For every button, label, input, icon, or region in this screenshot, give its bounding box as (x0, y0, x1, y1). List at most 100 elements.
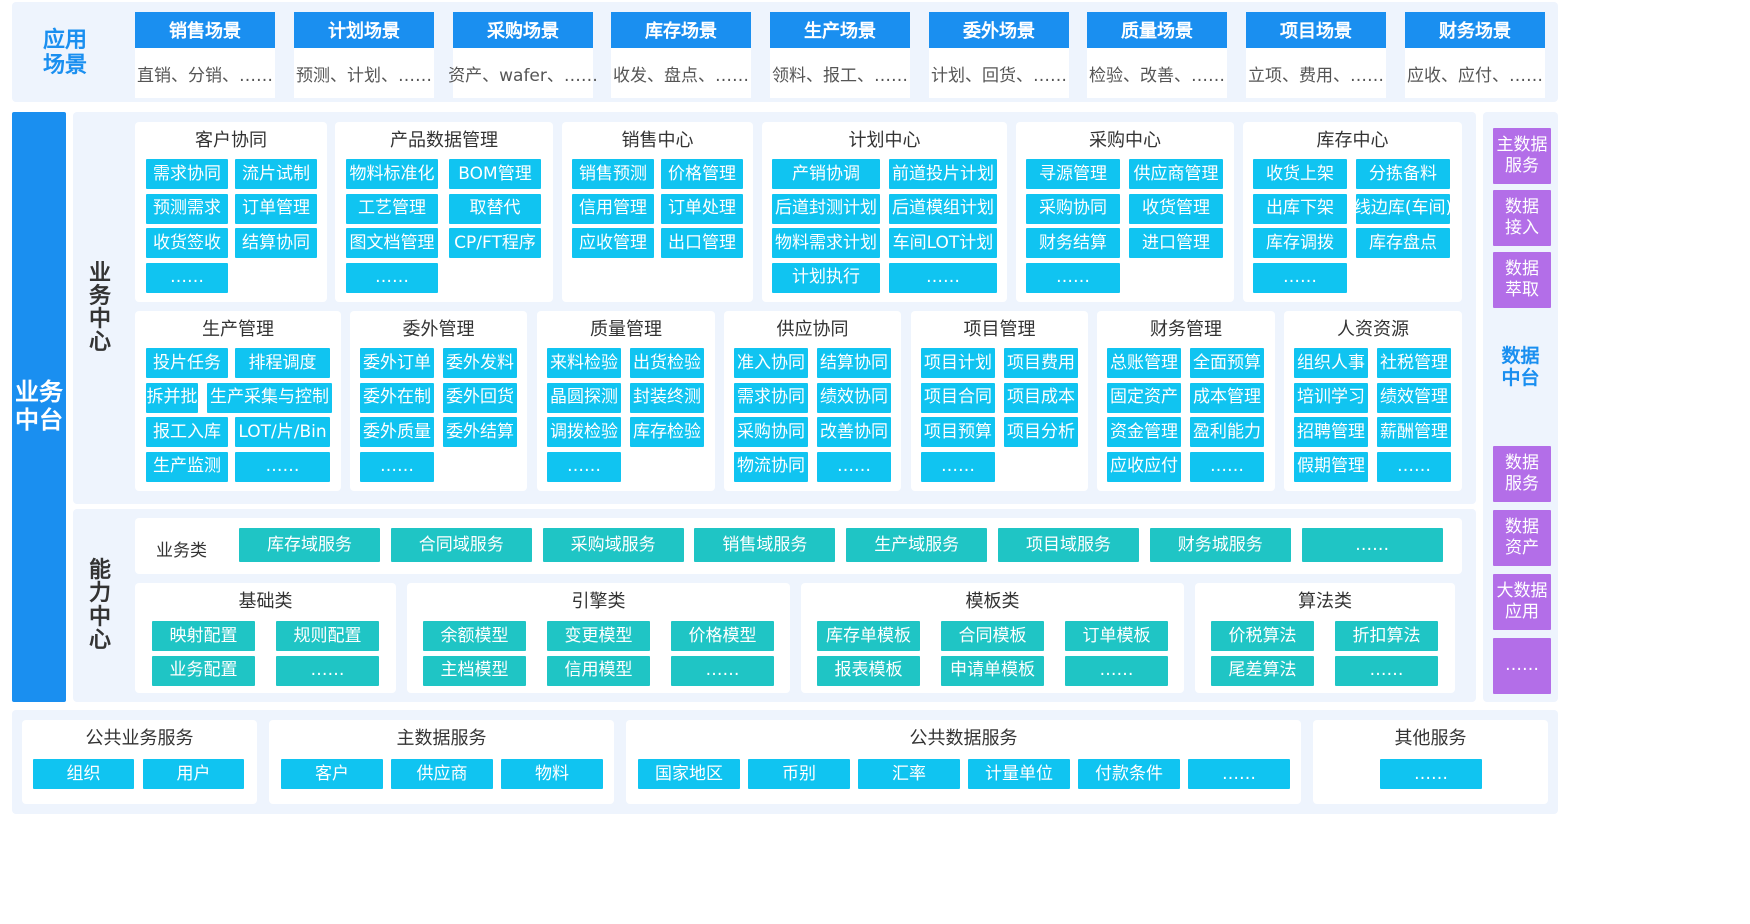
capability-item[interactable]: 申请单模板 (941, 655, 1044, 686)
module-item[interactable]: 结算协同 (235, 228, 317, 258)
module-item[interactable]: 出库下架 (1253, 193, 1347, 224)
data-platform-item[interactable]: 数据 资产 (1493, 510, 1551, 566)
module-item[interactable]: 委外订单 (360, 348, 434, 378)
module-item[interactable]: 收货管理 (1129, 193, 1223, 224)
module-item[interactable]: 需求协同 (734, 382, 808, 413)
business-service-item[interactable]: 销售域服务 (694, 528, 836, 562)
module-item[interactable]: 采购协同 (1026, 193, 1120, 224)
module-item[interactable]: 项目计划 (921, 348, 995, 378)
module-item[interactable]: …… (360, 451, 434, 482)
module-item[interactable]: 出货检验 (630, 348, 704, 378)
capability-item[interactable]: 规则配置 (276, 621, 379, 651)
module-item[interactable]: 生产采集与控制 (207, 382, 332, 413)
module-item[interactable]: 来料检验 (547, 348, 621, 378)
module-item[interactable]: 订单处理 (661, 193, 743, 224)
capability-item[interactable]: 业务配置 (152, 655, 255, 686)
module-item[interactable]: 培训学习 (1294, 382, 1368, 413)
module-item[interactable]: 出口管理 (661, 228, 743, 258)
business-service-item[interactable]: 采购域服务 (542, 528, 684, 562)
module-item[interactable]: …… (1026, 262, 1120, 293)
module-item[interactable]: 车间LOT计划 (889, 228, 997, 258)
scene-card[interactable]: 销售场景 直销、分销、…… (135, 12, 275, 98)
module-item[interactable]: 物流协同 (734, 451, 808, 482)
module-item[interactable]: 报工入库 (146, 417, 228, 447)
service-item[interactable]: 物料 (501, 759, 603, 789)
module-item[interactable]: 项目分析 (1004, 417, 1078, 447)
scene-card[interactable]: 计划场景 预测、计划、…… (294, 12, 434, 98)
module-item[interactable]: 收货签收 (146, 228, 228, 258)
data-platform-item[interactable]: …… (1493, 638, 1551, 694)
scene-card[interactable]: 项目场景 立项、费用、…… (1246, 12, 1386, 98)
service-item[interactable]: 国家地区 (638, 759, 740, 789)
capability-item[interactable]: 变更模型 (547, 621, 650, 651)
module-item[interactable]: 总账管理 (1107, 348, 1181, 378)
module-item[interactable]: 信用管理 (572, 193, 654, 224)
module-item[interactable]: 封装终测 (630, 382, 704, 413)
scene-card[interactable]: 采购场景 资产、wafer、…… (448, 12, 598, 98)
capability-item[interactable]: …… (1335, 655, 1438, 686)
module-item[interactable]: 拆并批 (146, 382, 198, 413)
module-item[interactable]: 招聘管理 (1294, 417, 1368, 447)
module-item[interactable]: 需求协同 (146, 159, 228, 189)
capability-item[interactable]: 库存单模板 (817, 621, 920, 651)
module-item[interactable]: 预测需求 (146, 193, 228, 224)
module-item[interactable]: BOM管理 (449, 159, 541, 189)
module-item[interactable]: 绩效协同 (817, 382, 891, 413)
business-service-item[interactable]: 库存域服务 (239, 528, 380, 562)
data-platform-item[interactable]: 数据 服务 (1493, 446, 1551, 502)
module-item[interactable]: 成本管理 (1190, 382, 1264, 413)
capability-item[interactable]: 价格模型 (671, 621, 774, 651)
module-item[interactable]: 进口管理 (1129, 228, 1223, 258)
module-item[interactable]: 投片任务 (146, 348, 228, 378)
module-item[interactable]: 项目预算 (921, 417, 995, 447)
scene-card[interactable]: 生产场景 领料、报工、…… (770, 12, 910, 98)
module-item[interactable]: 项目合同 (921, 382, 995, 413)
module-item[interactable]: 应收应付 (1107, 451, 1181, 482)
module-item[interactable]: …… (235, 451, 330, 482)
module-item[interactable]: …… (817, 451, 891, 482)
business-service-item[interactable]: 合同域服务 (390, 528, 532, 562)
scene-card[interactable]: 质量场景 检验、改善、…… (1087, 12, 1227, 98)
module-item[interactable]: …… (921, 451, 995, 482)
module-item[interactable]: 供应商管理 (1129, 159, 1223, 189)
module-item[interactable]: 绩效管理 (1377, 382, 1451, 413)
module-item[interactable]: …… (1253, 262, 1347, 293)
service-item[interactable]: 币别 (748, 759, 850, 789)
service-item[interactable]: 汇率 (858, 759, 960, 789)
service-item[interactable]: …… (1188, 759, 1290, 789)
module-item[interactable]: 产销协调 (772, 159, 880, 189)
service-item[interactable]: 计量单位 (968, 759, 1070, 789)
module-item[interactable]: 全面预算 (1190, 348, 1264, 378)
capability-item[interactable]: 映射配置 (152, 621, 255, 651)
module-item[interactable]: 计划执行 (772, 262, 880, 293)
module-item[interactable]: 社税管理 (1377, 348, 1451, 378)
service-item[interactable]: 付款条件 (1078, 759, 1180, 789)
service-item[interactable]: 客户 (281, 759, 383, 789)
module-item[interactable]: 晶圆探测 (547, 382, 621, 413)
module-item[interactable]: 取替代 (449, 193, 541, 224)
capability-item[interactable]: 价税算法 (1211, 621, 1314, 651)
module-item[interactable]: 价格管理 (661, 159, 743, 189)
module-item[interactable]: 薪酬管理 (1377, 417, 1451, 447)
module-item[interactable]: 寻源管理 (1026, 159, 1120, 189)
module-item[interactable]: 物料需求计划 (772, 228, 880, 258)
module-item[interactable]: 分拣备料 (1356, 159, 1450, 189)
capability-item[interactable]: 订单模板 (1065, 621, 1168, 651)
service-item[interactable]: 组织 (33, 759, 134, 789)
service-item[interactable]: 供应商 (391, 759, 493, 789)
data-platform-item[interactable]: 主数据 服务 (1493, 128, 1551, 184)
module-item[interactable]: 结算协同 (817, 348, 891, 378)
capability-item[interactable]: …… (276, 655, 379, 686)
data-platform-item[interactable]: 数据 萃取 (1493, 252, 1551, 308)
business-service-item[interactable]: 生产域服务 (846, 528, 988, 562)
capability-item[interactable]: 信用模型 (547, 655, 650, 686)
module-item[interactable]: 委外质量 (360, 417, 434, 447)
module-item[interactable]: 假期管理 (1294, 451, 1368, 482)
module-item[interactable]: 排程调度 (235, 348, 330, 378)
module-item[interactable]: 应收管理 (572, 228, 654, 258)
module-item[interactable]: …… (1377, 451, 1451, 482)
scene-card[interactable]: 库存场景 收发、盘点、…… (611, 12, 751, 98)
capability-item[interactable]: …… (671, 655, 774, 686)
scene-card[interactable]: 委外场景 计划、回货、…… (929, 12, 1069, 98)
module-item[interactable]: 项目费用 (1004, 348, 1078, 378)
